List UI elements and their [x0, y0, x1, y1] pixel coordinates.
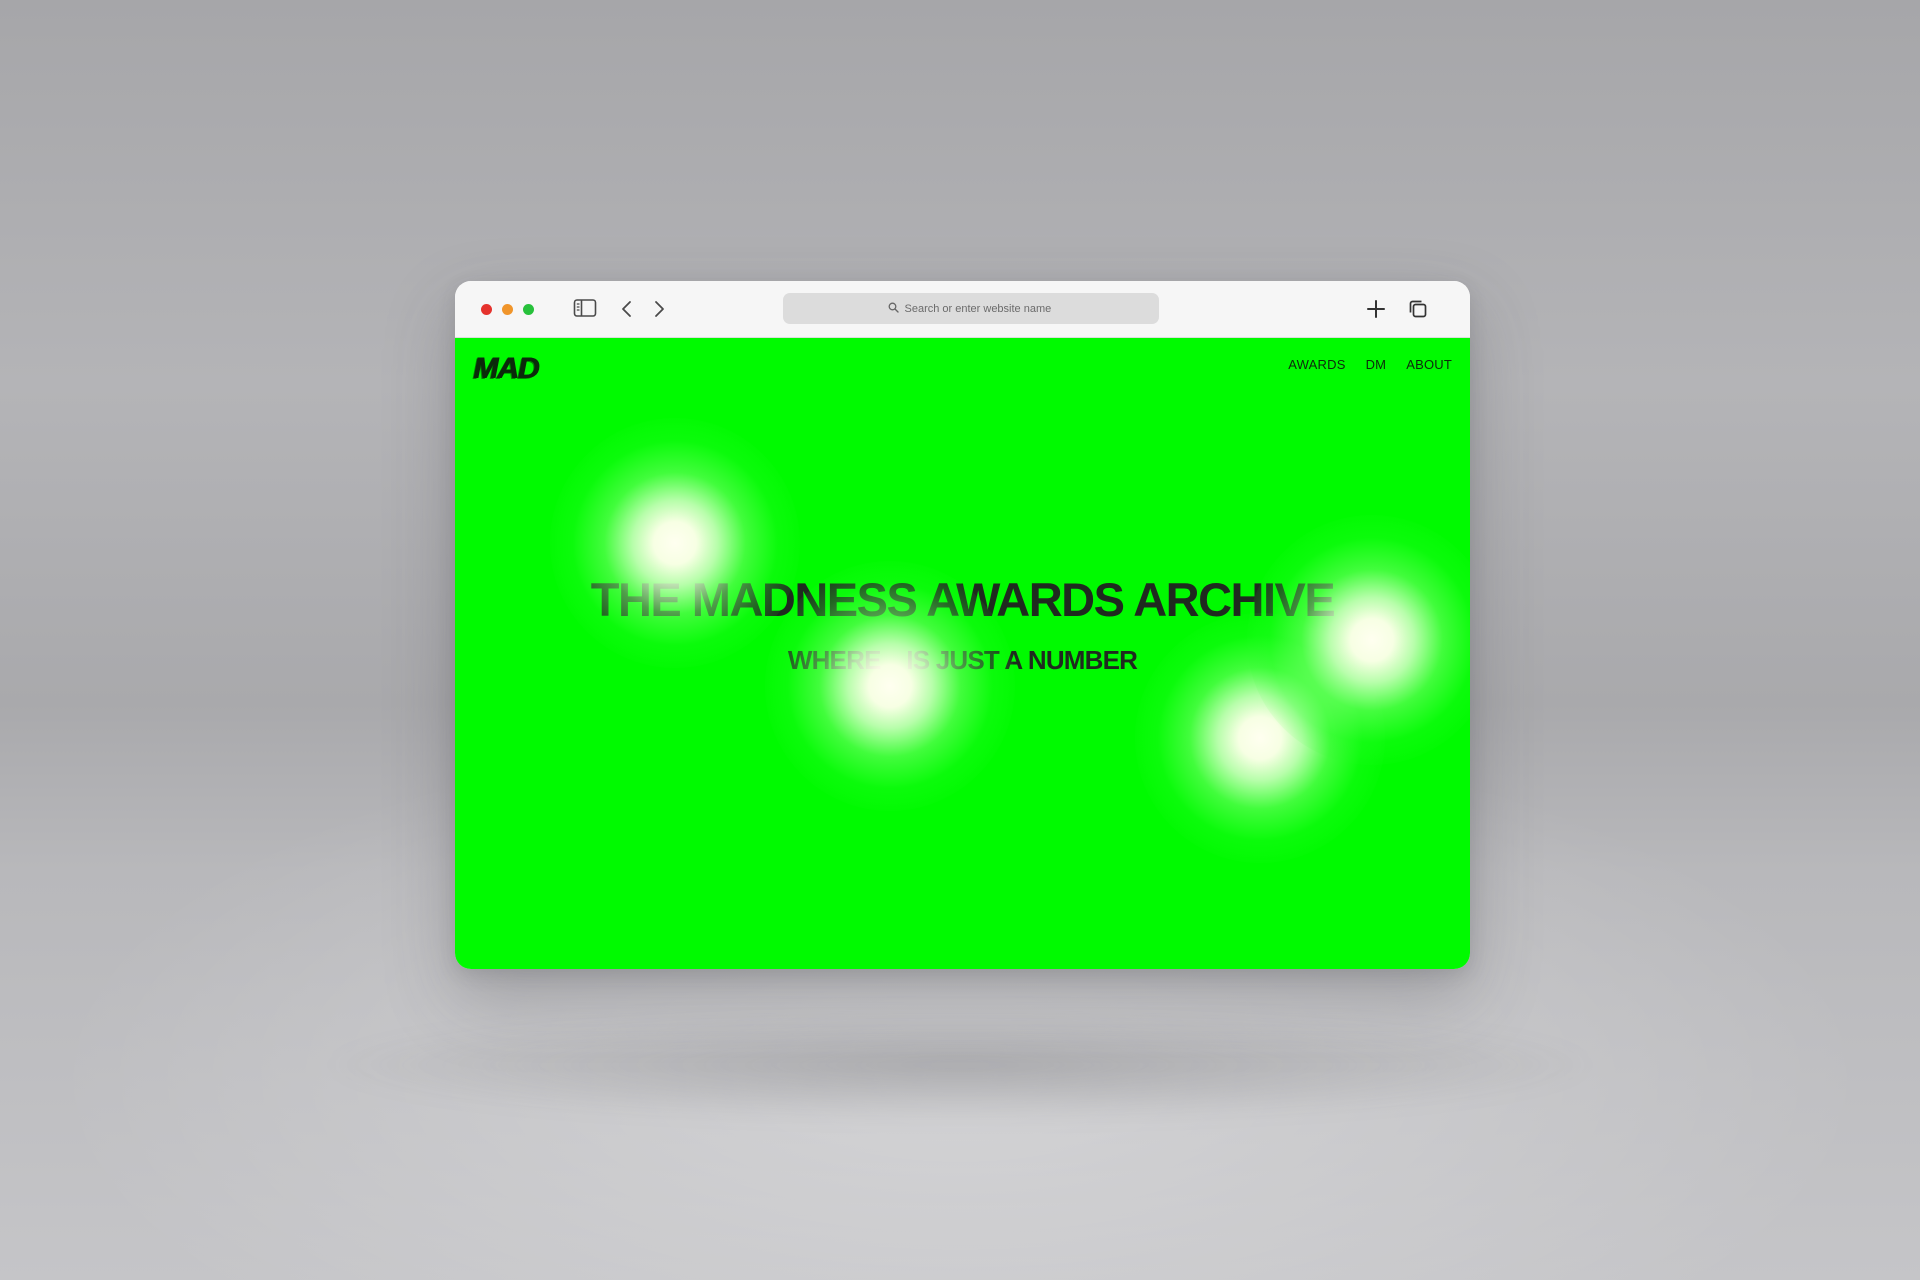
sidebar-icon[interactable]: [573, 298, 597, 318]
nav-about-link[interactable]: ABOUT: [1406, 357, 1452, 372]
chevron-right-icon[interactable]: [652, 299, 666, 319]
close-window-button[interactable]: [481, 304, 492, 315]
browser-window: MAD AWARDS DM ABOUT THE MADNESS AWARDS A…: [455, 281, 1470, 969]
address-input[interactable]: [904, 302, 1055, 315]
glow-orb: [1247, 515, 1470, 765]
floor-shadow: [330, 1010, 1590, 1120]
chevron-left-icon[interactable]: [620, 299, 634, 319]
site-nav: AWARDS DM ABOUT: [1288, 357, 1452, 372]
minimize-window-button[interactable]: [502, 304, 513, 315]
address-bar[interactable]: [783, 293, 1159, 324]
maximize-window-button[interactable]: [523, 304, 534, 315]
browser-toolbar: [455, 281, 1470, 338]
nav-awards-link[interactable]: AWARDS: [1288, 357, 1345, 372]
nav-dm-link[interactable]: DM: [1366, 357, 1387, 372]
hero-subtitle: WHERE IS JUST A NUMBER: [787, 645, 1138, 675]
website-page: MAD AWARDS DM ABOUT THE MADNESS AWARDS A…: [455, 338, 1470, 969]
tabs-overview-icon[interactable]: [1407, 298, 1429, 320]
search-icon: [888, 300, 899, 318]
plus-icon[interactable]: [1365, 298, 1387, 320]
hero-title: THE MADNESS AWARDS ARCHIVE: [590, 573, 1336, 626]
site-logo[interactable]: MAD: [473, 352, 539, 386]
glow-orb: [550, 418, 800, 668]
